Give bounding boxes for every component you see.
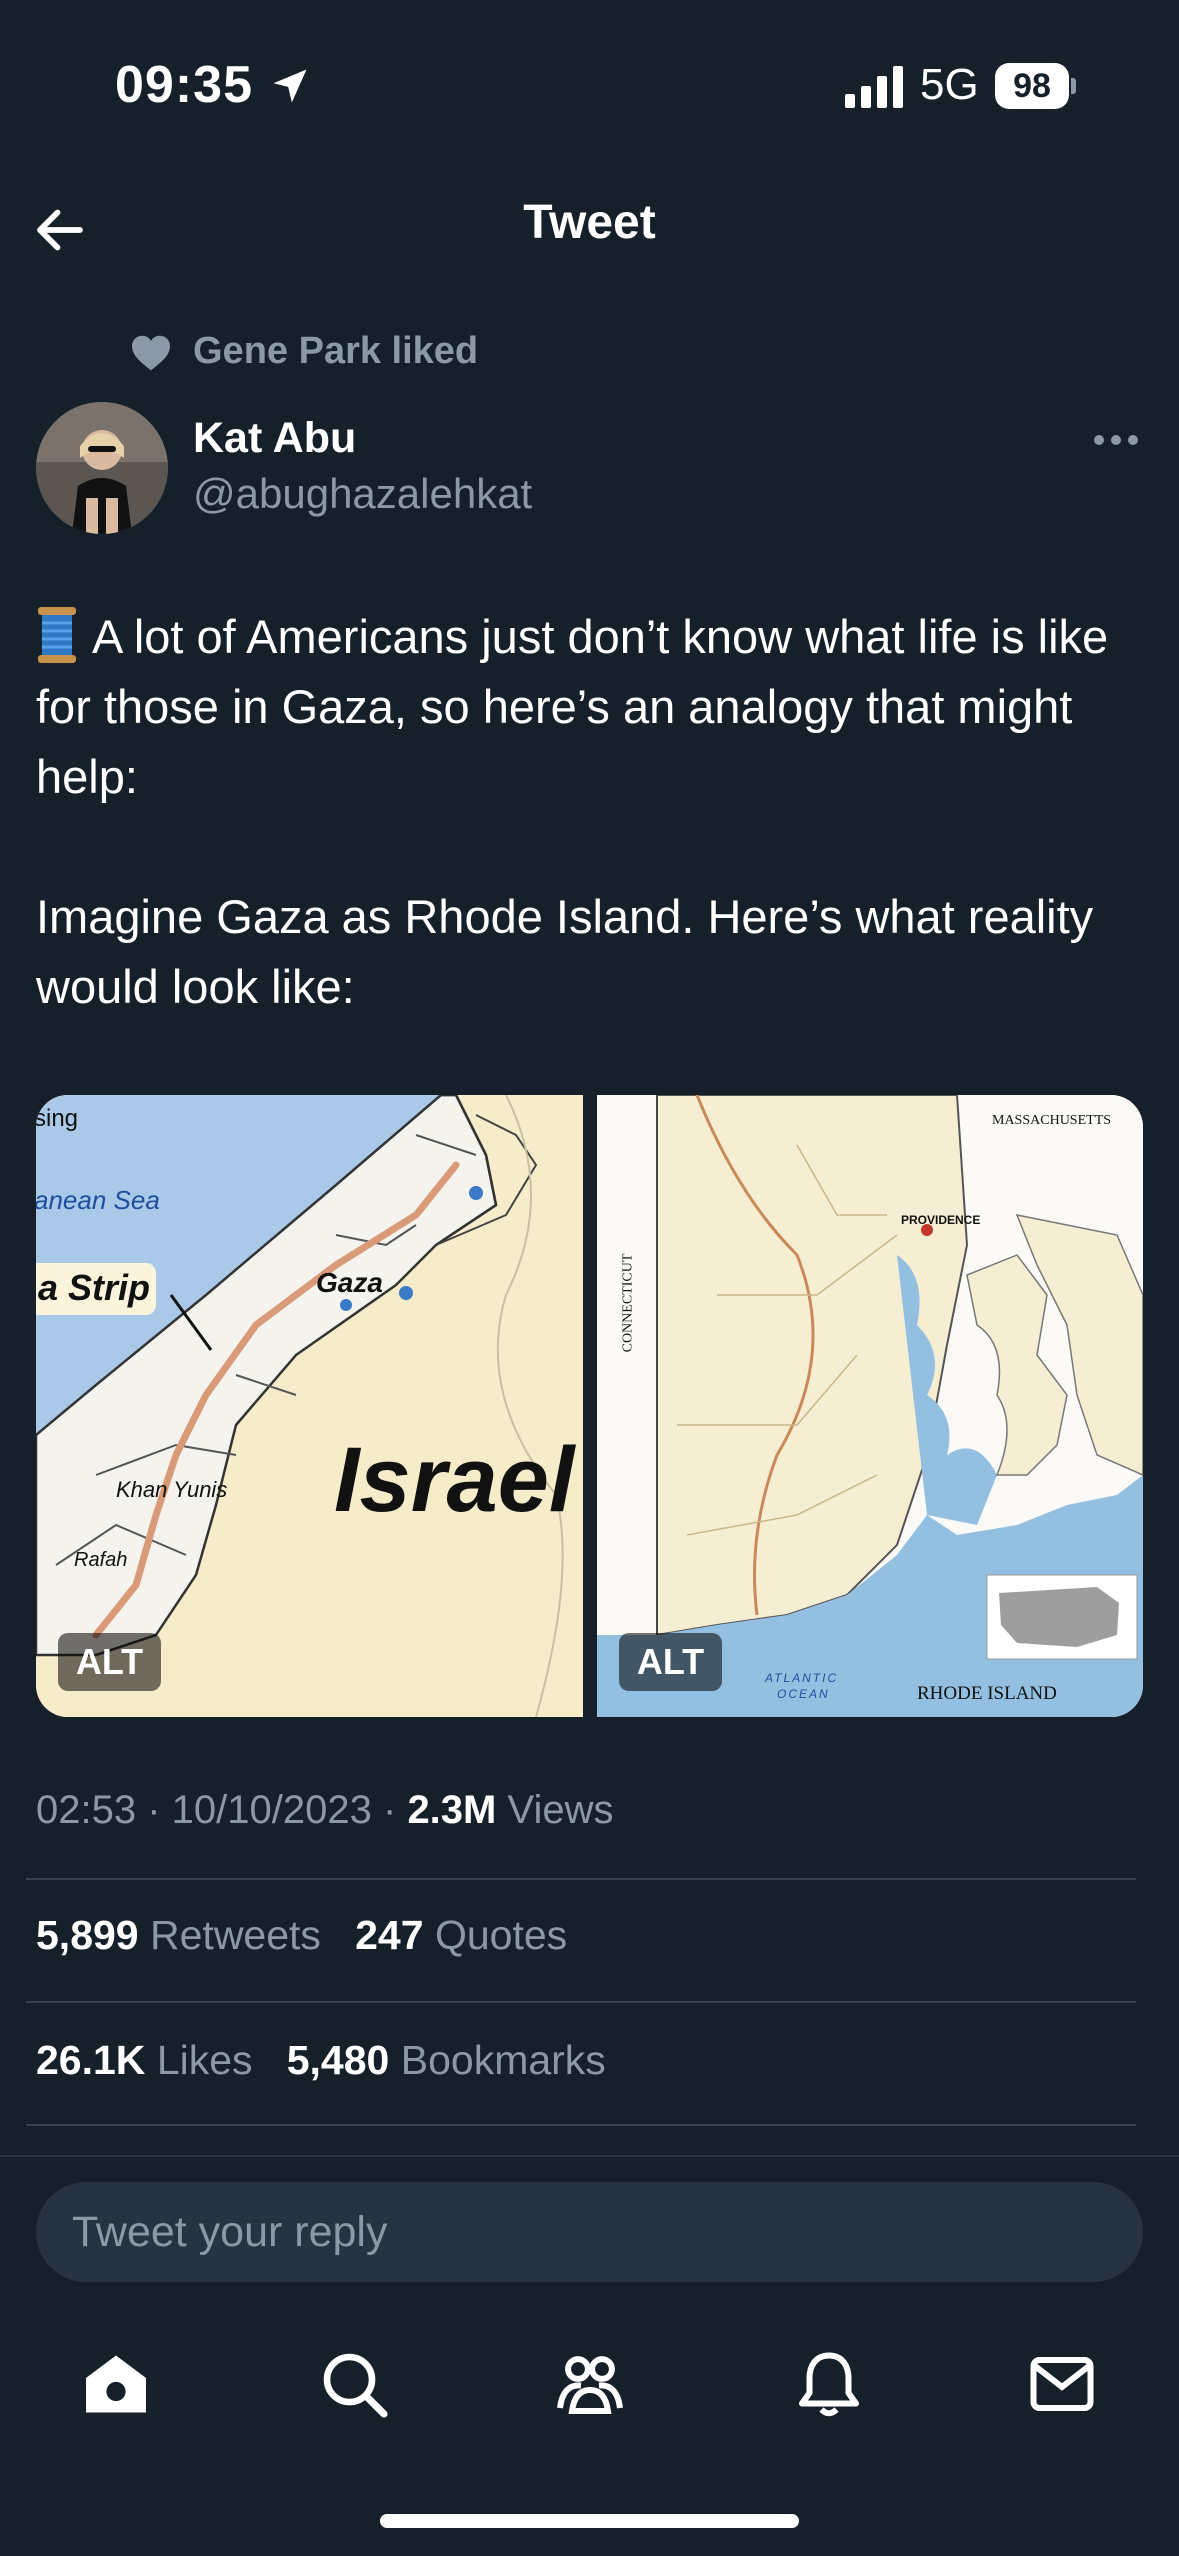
- author-handle[interactable]: @abughazalehkat: [193, 470, 532, 518]
- media-grid: sing anean Sea a Strip Gaza Israel Khan …: [36, 1095, 1143, 1717]
- map-label: OCEAN: [777, 1687, 830, 1701]
- rhode-island-map-image[interactable]: MASSACHUSETTS CONNECTICUT PROVIDENCE ATL…: [597, 1095, 1143, 1717]
- quotes-count: 247: [355, 1912, 424, 1958]
- page-title: Tweet: [523, 196, 656, 249]
- likes-count: 26.1K: [36, 2037, 146, 2083]
- map-label: a Strip: [38, 1267, 151, 1308]
- map-label: Khan Yunis: [116, 1477, 228, 1502]
- battery-icon: 98: [995, 63, 1076, 109]
- search-icon[interactable]: [318, 2348, 390, 2420]
- heart-icon: [132, 335, 170, 371]
- map-label: sing: [36, 1105, 79, 1132]
- tweet-text: A lot of Americans just don’t know what …: [36, 602, 1146, 1022]
- battery-level: 98: [995, 63, 1069, 109]
- map-label: anean Sea: [36, 1185, 160, 1215]
- map-label: ATLANTIC: [765, 1671, 839, 1685]
- map-label: CONNECTICUT: [620, 1253, 636, 1353]
- views-label[interactable]: Views: [508, 1788, 614, 1832]
- location-arrow-icon: [273, 69, 307, 103]
- divider: [26, 1878, 1136, 1880]
- retweets-count: 5,899: [36, 1912, 139, 1958]
- retweets-stat[interactable]: 5,899 Retweets: [36, 1912, 321, 1958]
- network-type: 5G: [920, 60, 979, 109]
- map-label: PROVIDENCE: [901, 1213, 981, 1227]
- map-label: MASSACHUSETTS: [992, 1113, 1112, 1128]
- reply-separator: [0, 2155, 1179, 2157]
- map-label: Israel: [334, 1429, 575, 1531]
- thread-spool-icon: [36, 607, 78, 663]
- alt-text-button[interactable]: ALT: [619, 1633, 722, 1691]
- map-label: RHODE ISLAND: [917, 1683, 1057, 1704]
- tweet-time: 02:53: [36, 1788, 137, 1832]
- bookmarks-count: 5,480: [286, 2037, 390, 2083]
- divider: [26, 2001, 1136, 2003]
- likes-label: Likes: [156, 2037, 253, 2083]
- tweet-date: 10/10/2023: [171, 1788, 372, 1832]
- bookmarks-label: Bookmarks: [400, 2037, 606, 2083]
- signal-icon: [845, 66, 903, 108]
- stats-row-retweets: 5,899 Retweets 247 Quotes: [36, 1912, 567, 1959]
- stats-row-likes: 26.1K Likes 5,480 Bookmarks: [36, 2037, 606, 2084]
- notifications-icon[interactable]: [793, 2348, 865, 2420]
- home-icon[interactable]: [80, 2348, 152, 2420]
- map-label: Rafah: [74, 1549, 128, 1571]
- avatar[interactable]: [36, 402, 168, 534]
- communities-icon[interactable]: [554, 2348, 626, 2420]
- divider: [26, 2124, 1136, 2126]
- home-indicator: [380, 2514, 799, 2528]
- retweets-label: Retweets: [150, 1912, 321, 1958]
- more-options-icon[interactable]: [1093, 430, 1139, 450]
- quotes-stat[interactable]: 247 Quotes: [355, 1912, 567, 1958]
- map-label: Gaza: [316, 1267, 383, 1298]
- social-context[interactable]: Gene Park liked: [193, 330, 478, 373]
- quotes-label: Quotes: [434, 1912, 568, 1958]
- bookmarks-stat[interactable]: 5,480 Bookmarks: [287, 2037, 606, 2083]
- views-count: 2.3M: [407, 1788, 497, 1832]
- status-time: 09:35: [115, 56, 253, 114]
- tweet-meta: 02:53 · 10/10/2023 · 2.3M Views: [36, 1788, 614, 1832]
- tweet-body: A lot of Americans just don’t know what …: [36, 610, 1109, 1013]
- messages-icon[interactable]: [1026, 2348, 1098, 2420]
- alt-text-button[interactable]: ALT: [58, 1633, 161, 1691]
- gaza-map-image[interactable]: sing anean Sea a Strip Gaza Israel Khan …: [36, 1095, 583, 1717]
- reply-input[interactable]: Tweet your reply: [36, 2182, 1143, 2282]
- author-name[interactable]: Kat Abu: [193, 414, 356, 463]
- likes-stat[interactable]: 26.1K Likes: [36, 2037, 253, 2083]
